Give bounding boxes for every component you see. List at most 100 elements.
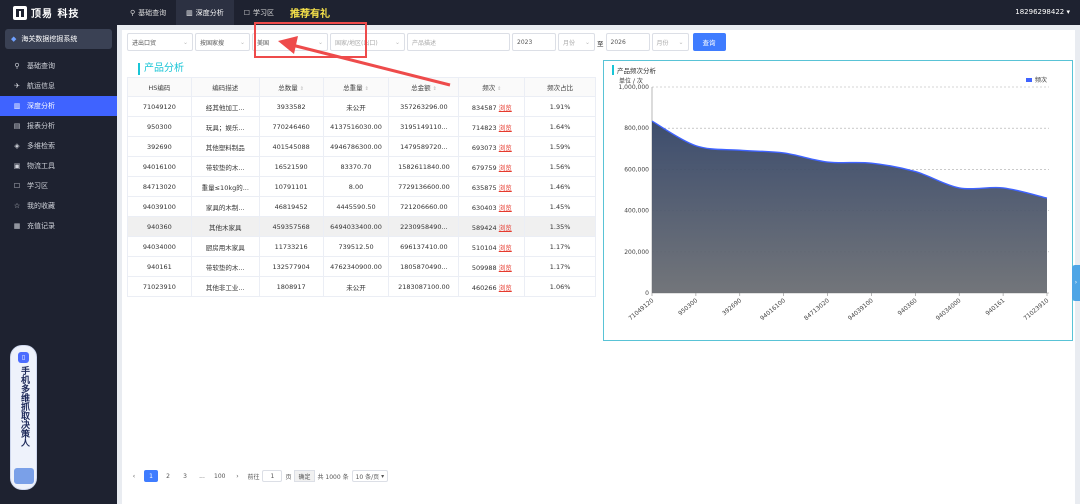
- end-year-select[interactable]: 2026: [605, 33, 650, 51]
- browse-link[interactable]: 浏览: [499, 284, 512, 292]
- page-3[interactable]: 3: [178, 470, 192, 482]
- top-nav-basic-query[interactable]: ⚲ 基础查询: [120, 0, 176, 25]
- frequency-value: 509988: [471, 263, 497, 272]
- next-page-button[interactable]: ›: [230, 470, 244, 482]
- end-month-placeholder: 月份: [656, 39, 669, 47]
- right-side-tab[interactable]: ›: [1072, 265, 1080, 301]
- column-label: 总重量: [343, 84, 363, 92]
- cell-total-weight: 4762340900.00: [322, 256, 390, 277]
- bar-chart-icon: ▥: [186, 8, 193, 17]
- sort-icon: ⇕: [299, 86, 304, 92]
- page-1[interactable]: 1: [144, 470, 158, 482]
- browse-link[interactable]: 浏览: [499, 124, 512, 132]
- chevron-down-icon: ⌄: [678, 38, 684, 46]
- sidebar-item-basic-query[interactable]: ⚲ 基础查询: [0, 56, 117, 76]
- system-switcher[interactable]: ◆ 海关数据挖掘系统: [5, 29, 112, 49]
- product-description-input[interactable]: 产品描述: [407, 33, 510, 51]
- table-row[interactable]: 71023910 其他非工业... 1808917 未公开 2183087100.00 4…: [127, 276, 596, 297]
- sidebar-item-label: 我的收藏: [27, 202, 55, 210]
- table-row[interactable]: 940360 其他木家具 459357568 6494033400.00 2230958…: [127, 216, 596, 237]
- cell-description: 其他塑料制品: [190, 136, 260, 157]
- col-frequency[interactable]: 频次 ⇕: [458, 77, 526, 97]
- pagination: ‹ 1 2 3 ... 100 › 前往 1 页 确定 共 1000 条 10 …: [127, 470, 389, 482]
- query-button[interactable]: 查询: [692, 33, 726, 51]
- table-row[interactable]: 94016100 带软垫的木... 16521590 83370.70 15826118…: [127, 156, 596, 177]
- cell-description: 其他木家具: [190, 216, 260, 237]
- chevron-down-icon: ⌄: [239, 38, 245, 46]
- x-tick-label: 94039100: [847, 297, 875, 322]
- y-tick-label: 1,000,000: [618, 84, 649, 91]
- plane-icon: ✈: [14, 82, 20, 90]
- column-label: HS编码: [148, 84, 171, 92]
- cell-total-qty: 770246460: [258, 116, 324, 137]
- chevron-down-icon: ▾: [1066, 8, 1070, 16]
- start-month-select[interactable]: 月份 ⌄: [558, 33, 595, 51]
- table-row[interactable]: 84713020 重量≤10kg的... 10791101 8.00 772913660…: [127, 176, 596, 197]
- table-row[interactable]: 950300 玩具；娱乐... 770246460 4137516030.00 3195…: [127, 116, 596, 137]
- top-nav-label: 深度分析: [195, 8, 224, 17]
- start-year-select[interactable]: 2023: [512, 33, 556, 51]
- page-100[interactable]: 100: [212, 470, 227, 482]
- browse-link[interactable]: 浏览: [499, 104, 512, 112]
- search-user-icon: ⚲: [130, 8, 136, 17]
- trade-type-select[interactable]: 进出口贸 ⌄: [127, 33, 193, 51]
- cell-frequency-share: 1.46%: [524, 176, 596, 197]
- sort-icon: ⇕: [432, 86, 437, 92]
- goto-confirm-button[interactable]: 确定: [294, 470, 315, 482]
- browse-link[interactable]: 浏览: [499, 184, 512, 192]
- cell-hs-code: 94034000: [127, 236, 192, 257]
- browse-link[interactable]: 浏览: [499, 144, 512, 152]
- mobile-app-banner[interactable]: ▯ 手机多维抓取决策人: [10, 345, 37, 490]
- goto-page-input[interactable]: 1: [262, 470, 283, 482]
- chevron-right-icon: ›: [1074, 279, 1078, 286]
- col-total-qty[interactable]: 总数量 ⇕: [258, 77, 324, 97]
- page-2[interactable]: 2: [161, 470, 175, 482]
- page-size-select[interactable]: 10 条/页 ▾: [351, 470, 389, 482]
- page-unit: 页: [285, 473, 292, 481]
- prev-page-button[interactable]: ‹: [127, 470, 141, 482]
- user-phone-menu[interactable]: 18296298422 ▾: [1015, 8, 1070, 16]
- top-nav-deep-analysis[interactable]: ▥ 深度分析: [176, 0, 234, 25]
- frequency-value: 714823: [471, 123, 497, 132]
- chart-title: 产品频次分析: [612, 65, 656, 75]
- end-year-value: 2026: [610, 38, 626, 46]
- browse-link[interactable]: 浏览: [499, 164, 512, 172]
- col-total-amount[interactable]: 总金额 ⇕: [388, 77, 460, 97]
- page-ellipsis[interactable]: ...: [195, 470, 209, 482]
- cell-frequency: 510104 浏览: [458, 236, 526, 257]
- browse-link[interactable]: 浏览: [499, 204, 512, 212]
- cell-frequency-share: 1.45%: [524, 196, 596, 217]
- cell-description: 其他非工业...: [190, 276, 260, 297]
- product-table: HS编码 编码描述 总数量 ⇕ 总重量 ⇕ 总金额 ⇕ 频次 ⇕ 频次占比 710491…: [127, 77, 596, 297]
- sidebar-item-multi-search[interactable]: ◈ 多维检索: [0, 136, 117, 156]
- cell-total-qty: 1808917: [258, 276, 324, 297]
- sidebar-item-label: 多维检索: [27, 142, 55, 150]
- sidebar-item-reports[interactable]: ▤ 报表分析: [0, 116, 117, 136]
- sidebar-item-learning[interactable]: ☐ 学习区: [0, 176, 117, 196]
- group-by-select[interactable]: 按国家搜 ⌄: [195, 33, 250, 51]
- browse-link[interactable]: 浏览: [499, 224, 512, 232]
- cell-description: 厨房用木家具: [190, 236, 260, 257]
- sidebar-item-recharge[interactable]: ▦ 充值记录: [0, 216, 117, 236]
- frequency-area-chart: 单位 / 次频次0200,000400,000600,000800,0001,0…: [618, 76, 1050, 322]
- book-icon: ☐: [13, 182, 21, 190]
- trade-type-value: 进出口贸: [132, 39, 157, 47]
- brand-logo[interactable]: 顶易 科技: [13, 5, 79, 20]
- table-row[interactable]: 392690 其他塑料制品 401545088 4946786300.00 147958…: [127, 136, 596, 157]
- table-row[interactable]: 94039100 家具的木制... 46819452 4445590.50 721206…: [127, 196, 596, 217]
- sidebar-item-shipping[interactable]: ✈ 航运信息: [0, 76, 117, 96]
- sidebar-item-favorites[interactable]: ☆ 我的收藏: [0, 196, 117, 216]
- sidebar-item-deep-analysis[interactable]: ▥ 深度分析: [0, 96, 117, 116]
- browse-link[interactable]: 浏览: [499, 244, 512, 252]
- table-row[interactable]: 940161 带软垫的木... 132577904 4762340900.00 1805…: [127, 256, 596, 277]
- col-hs-code: HS编码: [127, 77, 192, 97]
- cell-total-amount: 721206660.00: [388, 196, 460, 217]
- end-month-select[interactable]: 月份 ⌄: [651, 33, 689, 51]
- col-total-weight[interactable]: 总重量 ⇕: [322, 77, 390, 97]
- cube-icon: ◆: [11, 35, 17, 43]
- browse-link[interactable]: 浏览: [499, 264, 512, 272]
- table-row[interactable]: 71049120 经其他加工... 3933582 未公开 357263296.00 83…: [127, 96, 596, 117]
- cell-total-amount: 2230958490...: [388, 216, 460, 237]
- sidebar-item-logistics[interactable]: ▣ 物流工具: [0, 156, 117, 176]
- table-row[interactable]: 94034000 厨房用木家具 11733216 739512.50 696137410…: [127, 236, 596, 257]
